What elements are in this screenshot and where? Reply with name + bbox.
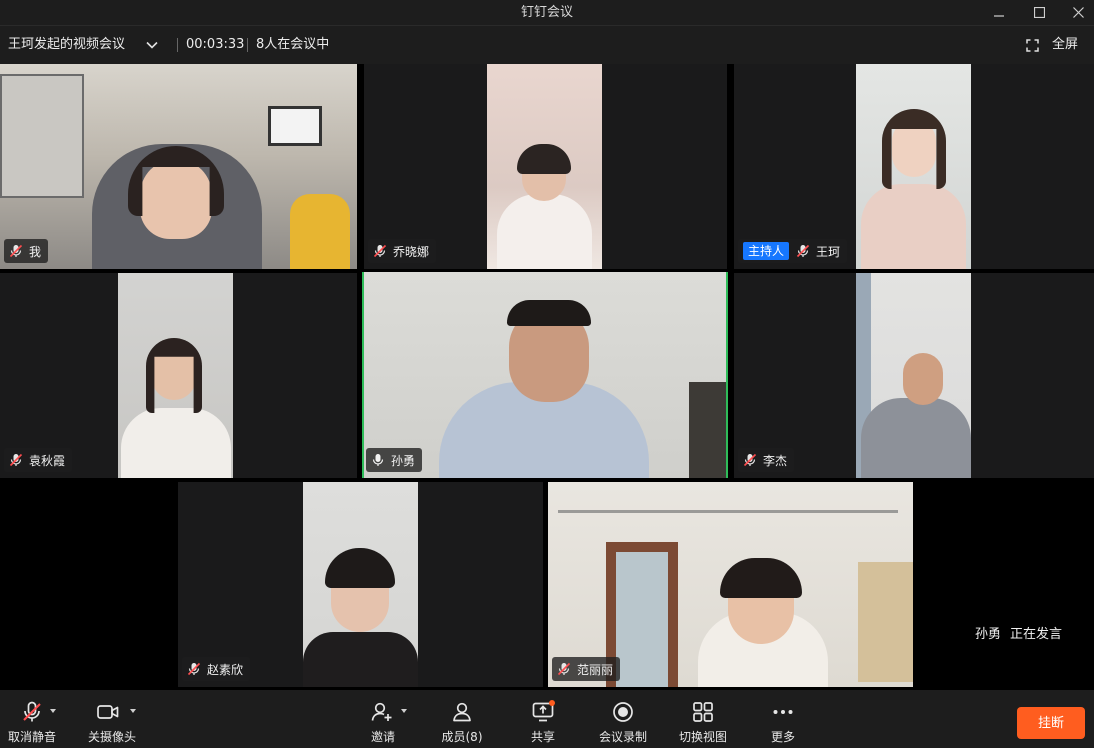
microphone-muted-icon — [373, 244, 387, 258]
participant-name: 赵素欣 — [207, 662, 244, 677]
minimize-button[interactable] — [979, 0, 1019, 25]
meeting-timer: 00:03:33 — [186, 37, 245, 52]
microphone-icon — [372, 454, 384, 466]
video-feed — [856, 273, 971, 478]
members-label: 成员(8) — [441, 730, 483, 744]
record-icon — [613, 702, 633, 722]
video-feed — [856, 64, 971, 269]
participant-nametag: 孙勇 — [366, 448, 423, 472]
participant-nametag: 赵素欣 — [182, 657, 251, 681]
members-icon — [453, 702, 471, 722]
microphone-muted-icon — [796, 244, 810, 258]
microphone-muted-icon — [9, 244, 23, 258]
meeting-name[interactable]: 王珂发起的视频会议 — [8, 26, 125, 64]
divider — [177, 38, 178, 52]
participant-name: 李杰 — [763, 453, 788, 468]
microphone-muted-icon — [557, 662, 571, 676]
microphone-muted-icon — [9, 453, 23, 467]
video-tile-zhaosuxin[interactable]: 赵素欣 — [178, 482, 543, 687]
microphone-muted-icon — [187, 662, 201, 676]
participant-nametag: 乔晓娜 — [368, 239, 437, 263]
divider — [247, 38, 248, 52]
speaker-name: 孙勇 — [975, 627, 1002, 642]
participant-nametag: 主持人 王珂 — [738, 239, 848, 263]
more-dots-icon — [773, 710, 793, 714]
participant-count: 8人在会议中 — [256, 37, 330, 52]
hang-up-button[interactable]: 挂断 — [1017, 707, 1085, 739]
more-label: 更多 — [770, 730, 795, 744]
unmute-button[interactable]: 取消静音 — [0, 690, 64, 748]
camera-off-button[interactable]: 关摄像头 — [80, 690, 144, 748]
members-button[interactable]: 成员(8) — [430, 690, 494, 748]
microphone-muted-icon — [743, 453, 757, 467]
speaking-indicator: 孙勇 正在发言 — [975, 623, 1071, 642]
speaker-status: 正在发言 — [1010, 627, 1063, 642]
minimize-icon — [994, 14, 1004, 17]
more-button[interactable]: 更多 — [751, 690, 815, 748]
camera-label: 关摄像头 — [87, 730, 136, 744]
share-label: 共享 — [530, 730, 555, 744]
invite-label: 邀请 — [370, 730, 395, 744]
fullscreen-icon[interactable] — [1026, 39, 1039, 52]
host-badge: 主持人 — [743, 242, 790, 260]
screen-share-icon — [532, 700, 555, 722]
video-feed — [487, 64, 602, 269]
add-user-icon — [371, 702, 392, 721]
switch-view-button[interactable]: 切换视图 — [671, 690, 735, 748]
share-button[interactable]: 共享 — [511, 690, 575, 748]
maximize-button[interactable] — [1019, 0, 1059, 25]
video-tile-me[interactable]: 我 — [0, 64, 357, 269]
switch-view-label: 切换视图 — [678, 730, 727, 744]
participant-nametag: 李杰 — [738, 448, 795, 472]
record-button[interactable]: 会议录制 — [591, 690, 655, 748]
participant-nametag: 范丽丽 — [552, 657, 621, 681]
video-feed — [303, 482, 418, 687]
fullscreen-button[interactable]: 全屏 — [1052, 26, 1078, 64]
unmute-options-caret[interactable] — [50, 709, 56, 713]
invite-options-caret[interactable] — [401, 709, 407, 713]
video-tile-qiaoxiaona[interactable]: 乔晓娜 — [364, 64, 727, 269]
video-tile-sunyong-active-speaker[interactable]: 孙勇 — [362, 272, 728, 478]
close-icon — [1072, 7, 1084, 18]
video-feed — [0, 64, 357, 269]
microphone-muted-icon — [23, 701, 41, 722]
video-tile-fanlili[interactable]: 范丽丽 — [548, 482, 913, 687]
title-bar: 钉钉会议 — [0, 0, 1094, 25]
participant-name: 乔晓娜 — [393, 244, 430, 259]
participant-name: 王珂 — [816, 244, 841, 259]
meeting-info-bar: 王珂发起的视频会议 00:03:33 8人在会议中 全屏 — [0, 25, 1094, 64]
close-window-button[interactable] — [1058, 0, 1094, 25]
grid-view-icon — [693, 702, 713, 722]
camera-icon — [97, 705, 119, 719]
video-tile-lijie[interactable]: 李杰 — [734, 273, 1094, 478]
invite-button[interactable]: 邀请 — [351, 690, 415, 748]
participant-name: 我 — [29, 244, 42, 259]
participant-nametag: 我 — [4, 239, 49, 263]
participant-nametag: 袁秋霞 — [4, 448, 73, 472]
window-title: 钉钉会议 — [520, 5, 573, 20]
unmute-label: 取消静音 — [7, 730, 56, 744]
camera-options-caret[interactable] — [130, 709, 136, 713]
video-feed — [118, 273, 233, 478]
participant-name: 袁秋霞 — [29, 453, 66, 468]
meeting-toolbar: 取消静音 关摄像头 邀请 成员(8) 共享 会议录制 切换视图 更多 挂断 — [0, 690, 1094, 748]
maximize-icon — [1033, 7, 1045, 18]
video-tile-yuanqiuxia[interactable]: 袁秋霞 — [0, 273, 357, 478]
participant-name: 孙勇 — [391, 453, 416, 468]
video-tile-wangke[interactable]: 主持人 王珂 — [734, 64, 1094, 269]
participant-name: 范丽丽 — [577, 662, 614, 677]
record-label: 会议录制 — [598, 730, 647, 744]
chevron-down-icon[interactable] — [144, 37, 160, 53]
